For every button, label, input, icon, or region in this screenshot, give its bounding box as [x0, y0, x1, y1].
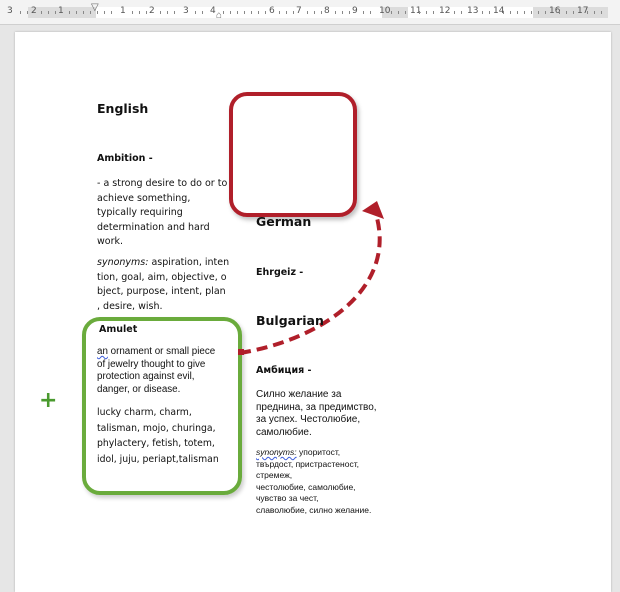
german-term: Ehrgeiz -	[256, 267, 304, 278]
definition-first-word: an	[97, 346, 108, 357]
german-heading: German	[256, 214, 312, 229]
synonyms-label: synonyms:	[97, 257, 149, 268]
plus-icon[interactable]: +	[39, 388, 57, 413]
amulet-term: Amulet	[99, 324, 138, 335]
bulgarian-term: Амбиция -	[256, 365, 312, 376]
amulet-definition: an ornament or small piece of jewelry th…	[97, 346, 237, 396]
definition-line: за успех. Честолюбие,	[256, 414, 361, 425]
synonyms-line: idol, juju, periapt,talisman	[97, 453, 219, 465]
synonyms-label: synonyms:	[256, 447, 297, 457]
definition-line: самолюбие.	[256, 426, 312, 438]
definition-line: of jewelry thought to give	[97, 358, 206, 370]
amulet-synonyms: lucky charm, charm, talisman, mojo, chur…	[97, 405, 237, 467]
english-definition: - a strong desire to do or to achieve so…	[97, 177, 232, 250]
english-heading: English	[97, 101, 149, 116]
definition-line: ornament or small piece	[107, 346, 216, 357]
bulgarian-synonyms: synonyms: упоритост, твърдост, пристраст…	[256, 447, 406, 516]
synonyms-line: phylactery, fetish, totem,	[97, 438, 215, 449]
synonyms-line: твърдост, пристрастеност,	[256, 458, 360, 469]
english-term: Ambition -	[97, 153, 153, 164]
synonyms-line: , desire, wish.	[97, 300, 163, 312]
synonyms-line: честолюбие, самолюбие,	[256, 481, 356, 492]
arrow-start-dot	[238, 349, 244, 355]
synonyms-line: стремеж,	[256, 470, 293, 480]
definition-line: work.	[97, 236, 124, 247]
bulgarian-definition: Силно желание за преднина, за предимство…	[256, 389, 396, 439]
definition-line: achieve something,	[97, 192, 191, 204]
synonyms-line: чувство за чест,	[256, 493, 319, 503]
synonyms-line: bject, purpose, intent, plan	[97, 286, 226, 297]
synonyms-line: упоритост,	[296, 447, 341, 457]
synonyms-line: lucky charm, charm,	[97, 407, 192, 418]
definition-line: danger, or disease.	[97, 383, 181, 395]
dashed-curve	[239, 217, 382, 355]
synonyms-line: talisman, mojo, churinga,	[97, 422, 216, 434]
definition-line: determination and hard	[97, 221, 210, 233]
definition-line: - a strong desire to do or to	[97, 178, 228, 189]
definition-line: преднина, за предимство,	[256, 401, 377, 413]
synonyms-line: славолюбие, силно желание.	[256, 504, 372, 515]
arrow-head	[362, 201, 384, 219]
bulgarian-heading: Bulgarian	[256, 313, 324, 328]
definition-line: typically requiring	[97, 207, 183, 218]
english-synonyms: synonyms: aspiration, inten tion, goal, …	[97, 256, 232, 314]
definition-line: Силно желание за	[256, 389, 342, 400]
definition-line: protection against evil,	[97, 371, 195, 382]
synonyms-line: tion, goal, aim, objective, o	[97, 271, 227, 283]
synonyms-line: aspiration, inten	[148, 257, 230, 268]
